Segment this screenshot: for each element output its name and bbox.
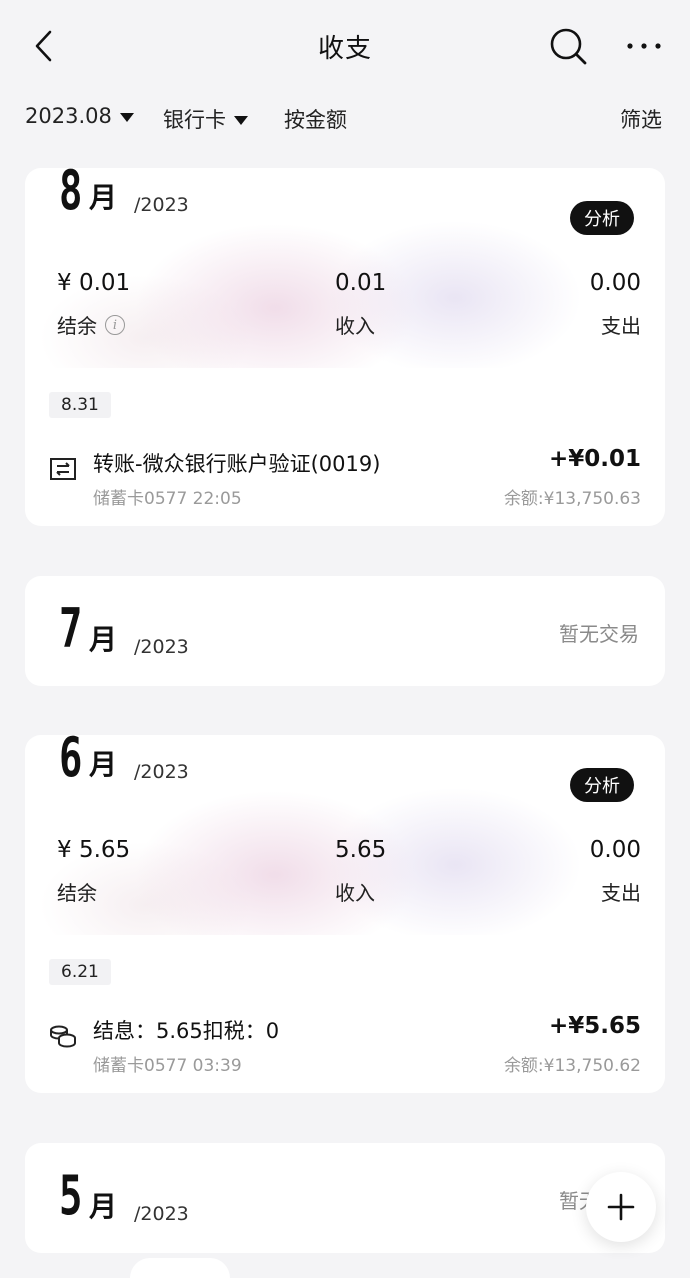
- more-button[interactable]: [622, 30, 666, 62]
- month-number: 7: [59, 597, 82, 660]
- search-button[interactable]: [548, 26, 588, 66]
- month-unit: 月: [89, 1190, 118, 1223]
- balance-label: 结余: [57, 881, 97, 905]
- month-year: /2023: [134, 194, 189, 216]
- chevron-down-icon: [234, 115, 248, 125]
- transaction-row[interactable]: 转账-微众银行账户验证(0019) 储蓄卡0577 22:05 +¥0.01 余…: [25, 444, 665, 512]
- info-icon[interactable]: i: [105, 314, 125, 335]
- account-selector-label: 银行卡: [163, 108, 226, 132]
- chevron-down-icon: [119, 112, 134, 122]
- month-card-may: 5 月 /2023 暂无交易: [25, 1143, 665, 1253]
- coins-icon: [50, 1025, 76, 1048]
- month-card-august: 8 月 /2023 分析 ¥ 0.01 结余 i 0.01 收入 0.00 支出…: [25, 168, 665, 526]
- transaction-detail: 储蓄卡0577 22:05: [93, 489, 242, 509]
- month-unit: 月: [89, 181, 118, 214]
- month-number: 6: [59, 735, 82, 789]
- transaction-amount: +¥5.65: [548, 1013, 641, 1039]
- transaction-row[interactable]: 结息：5.65扣税：0 储蓄卡0577 03:39 +¥5.65 余额:¥13,…: [25, 1011, 665, 1079]
- month-card-july: 7 月 /2023 暂无交易: [25, 576, 665, 686]
- balance-label: 结余 i: [57, 310, 125, 339]
- month-year: /2023: [134, 1203, 189, 1225]
- transaction-title: 结息：5.65扣税：0: [93, 1019, 280, 1043]
- transaction-balance: 余额:¥13,750.63: [503, 489, 641, 509]
- transaction-amount: +¥0.01: [548, 446, 641, 472]
- transaction-title: 转账-微众银行账户验证(0019): [93, 452, 381, 476]
- income-value: 0.01: [335, 270, 387, 296]
- expense-label: 支出: [601, 314, 641, 338]
- account-selector[interactable]: 银行卡: [163, 104, 248, 134]
- month-selector[interactable]: 2023.08: [25, 104, 134, 128]
- date-chip: 6.21: [49, 959, 111, 985]
- sort-by-amount-button[interactable]: 按金额: [284, 104, 347, 134]
- month-unit: 月: [89, 623, 118, 656]
- month-card-june: 6 月 /2023 分析 ¥ 5.65 结余 5.65 收入 0.00 支出 6…: [25, 735, 665, 1093]
- sort-label: 按金额: [284, 108, 347, 132]
- add-button[interactable]: [586, 1172, 656, 1242]
- income-value: 5.65: [335, 837, 387, 863]
- month-number: 5: [59, 1164, 82, 1227]
- filter-label: 筛选: [620, 108, 662, 132]
- balance-value: ¥ 5.65: [57, 837, 131, 863]
- income-label: 收入: [335, 881, 375, 905]
- more-icon: [627, 43, 661, 49]
- analysis-button[interactable]: 分析: [570, 768, 634, 802]
- transaction-detail: 储蓄卡0577 03:39: [93, 1056, 242, 1076]
- balance-value: ¥ 0.01: [57, 270, 131, 296]
- analysis-button[interactable]: 分析: [570, 201, 634, 235]
- income-label: 收入: [335, 314, 375, 338]
- filter-bar: 2023.08 银行卡 按金额 筛选: [0, 96, 690, 146]
- month-year: /2023: [134, 761, 189, 783]
- date-chip: 8.31: [49, 392, 111, 418]
- month-unit: 月: [89, 748, 118, 781]
- search-icon: [550, 28, 587, 65]
- next-card-peek: [130, 1258, 230, 1278]
- plus-icon: [607, 1193, 635, 1221]
- month-year: /2023: [134, 636, 189, 658]
- expense-label: 支出: [601, 881, 641, 905]
- header: 收支: [0, 0, 690, 94]
- transfer-icon: [50, 458, 76, 480]
- expense-value: 0.00: [589, 270, 641, 296]
- transaction-balance: 余额:¥13,750.62: [503, 1056, 641, 1076]
- month-selector-label: 2023.08: [25, 104, 112, 128]
- expense-value: 0.00: [589, 837, 641, 863]
- filter-button[interactable]: 筛选: [620, 104, 662, 134]
- month-number: 8: [59, 168, 82, 222]
- no-transactions-label: 暂无交易: [559, 622, 639, 646]
